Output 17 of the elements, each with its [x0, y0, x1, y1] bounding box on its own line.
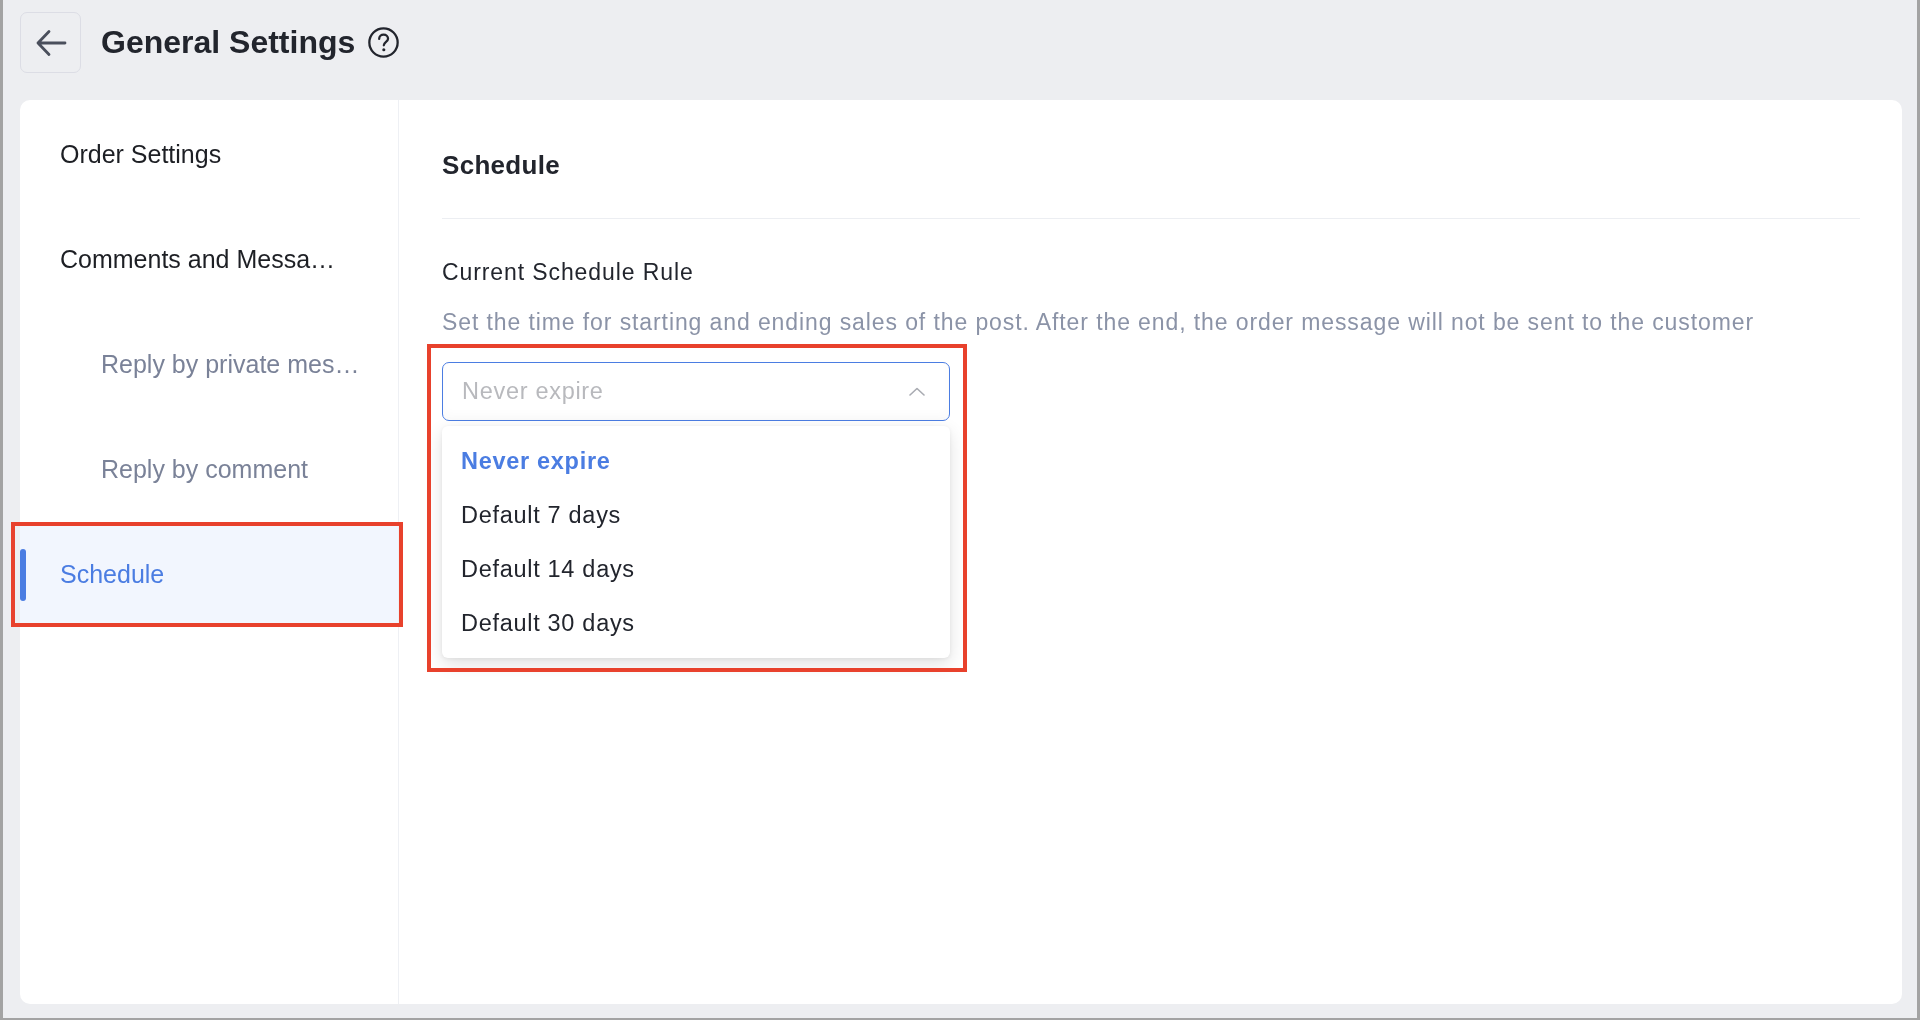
sidebar-item[interactable]: Reply by comment — [20, 417, 398, 522]
field-description: Set the time for starting and ending sales of the post. After the end, the order message will not be sent to the customer — [442, 308, 1755, 337]
sidebar-item[interactable]: Order Settings — [20, 102, 398, 207]
selection-indicator — [20, 549, 26, 601]
page-title: General Settings — [101, 23, 356, 62]
help-icon[interactable] — [368, 27, 400, 58]
sidebar-item[interactable]: Comments and Messa… — [20, 207, 398, 312]
dropdown-option[interactable]: Default 14 days — [442, 542, 950, 596]
caret-icon — [909, 387, 925, 396]
back-button[interactable] — [20, 12, 81, 73]
field-label: Current Schedule Rule — [442, 258, 695, 287]
back-arrow-icon — [34, 28, 67, 57]
dropdown-option[interactable]: Never expire — [442, 434, 950, 488]
dropdown-option[interactable]: Default 30 days — [442, 596, 950, 650]
sidebar-item[interactable]: Reply by private mes… — [20, 312, 398, 417]
dropdown-option[interactable]: Default 7 days — [442, 488, 950, 542]
section-title: Schedule — [442, 140, 1860, 219]
